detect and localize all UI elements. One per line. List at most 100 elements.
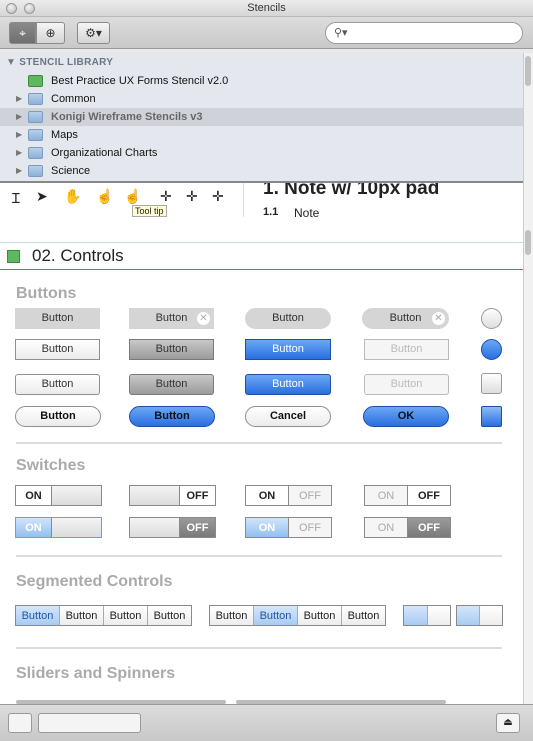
folder-icon xyxy=(28,165,43,177)
bottom-left-button[interactable] xyxy=(8,713,32,733)
note-text: Note xyxy=(294,206,320,220)
library-header: ▼ STENCIL LIBRARY xyxy=(6,57,114,68)
segment-button[interactable]: Button xyxy=(254,606,298,625)
divider xyxy=(16,555,502,557)
library-item-konigi[interactable]: ▶ Konigi Wireframe Stencils v3 xyxy=(0,108,523,126)
move-cursor-icon[interactable]: ✛ xyxy=(186,188,198,205)
crosshair-view-button[interactable]: ⌖ xyxy=(9,22,36,44)
search-input[interactable]: ⚲▾ xyxy=(325,22,523,44)
segment-button[interactable] xyxy=(457,606,480,625)
move-icon: ⊕ xyxy=(45,26,56,40)
folder-icon xyxy=(28,147,43,159)
group-title-sliders: Sliders and Spinners xyxy=(16,665,176,682)
move-view-button[interactable]: ⊕ xyxy=(36,22,65,44)
eject-button[interactable]: ⏏ xyxy=(496,713,520,733)
default-button[interactable]: Button xyxy=(245,339,331,360)
text-cursor-icon[interactable]: Ɪ xyxy=(12,189,20,208)
switch-off-labeled[interactable]: ON OFF xyxy=(364,485,451,506)
pointer-cursor-icon[interactable]: ☝ xyxy=(124,188,141,205)
disclosure-triangle-icon[interactable]: ▶ xyxy=(16,108,22,126)
bordered-button[interactable]: Button xyxy=(15,339,100,360)
disclosure-triangle-icon[interactable]: ▶ xyxy=(16,162,22,180)
content-scroll-thumb[interactable] xyxy=(525,230,531,255)
tooltip: Tool tip xyxy=(132,205,167,217)
flat-button-with-clear[interactable]: Button ✕ xyxy=(129,308,214,329)
segment-button[interactable]: Button xyxy=(342,606,385,625)
segment-button[interactable]: Button xyxy=(104,606,148,625)
switch-off[interactable]: OFF xyxy=(129,485,216,506)
library-item-maps[interactable]: ▶ Maps xyxy=(0,126,523,144)
square-button[interactable] xyxy=(481,373,502,394)
pressed-button[interactable]: Button xyxy=(129,339,214,360)
switch-on[interactable]: ON xyxy=(15,485,102,506)
stencil-library: ▼ STENCIL LIBRARY Best Practice UX Forms… xyxy=(0,53,523,183)
group-title-buttons: Buttons xyxy=(16,285,77,302)
gear-menu-button[interactable]: ⚙▾ xyxy=(77,22,110,44)
round-button-selected[interactable] xyxy=(481,339,502,360)
switch-off-gray[interactable]: OFF xyxy=(129,517,216,538)
flat-pill-button-with-clear[interactable]: Button ✕ xyxy=(362,308,449,329)
rounded-pressed-button[interactable]: Button xyxy=(129,374,214,395)
segment-button[interactable]: Button xyxy=(16,606,60,625)
segment-button[interactable] xyxy=(480,606,502,625)
cursor-icons-row: Ɪ ➤ ✋ ☝ ☝ ✛ ✛ ✛ Tool tip xyxy=(0,183,240,223)
disclosure-triangle-icon[interactable]: ▶ xyxy=(16,126,22,144)
segmented-control[interactable]: Button Button Button Button xyxy=(209,605,386,626)
switch-on-blue[interactable]: ON xyxy=(15,517,102,538)
segment-button[interactable]: Button xyxy=(210,606,254,625)
group-title-segmented: Segmented Controls xyxy=(16,573,173,590)
ok-button[interactable]: OK xyxy=(363,406,449,427)
segment-button[interactable]: Button xyxy=(148,606,191,625)
magnifier-icon: ⚲▾ xyxy=(334,27,348,39)
rounded-disabled-button: Button xyxy=(364,374,449,395)
rounded-default-button[interactable]: Button xyxy=(245,374,331,395)
divider xyxy=(243,183,244,217)
library-item-best-practice[interactable]: Best Practice UX Forms Stencil v2.0 xyxy=(0,72,523,90)
rounded-button[interactable]: Button xyxy=(15,374,100,395)
library-item-org-charts[interactable]: ▶ Organizational Charts xyxy=(0,144,523,162)
divider xyxy=(16,442,502,444)
section-title: 02. Controls xyxy=(32,246,124,265)
segment-button[interactable]: Button xyxy=(60,606,104,625)
bottom-field[interactable] xyxy=(38,713,141,733)
segment-button[interactable] xyxy=(404,606,428,625)
clear-icon[interactable]: ✕ xyxy=(197,312,210,325)
library-scroll-thumb[interactable] xyxy=(525,56,531,86)
bottom-bar: ⏏ xyxy=(0,704,533,741)
disclosure-triangle-icon[interactable]: ▶ xyxy=(16,90,22,108)
move-cursor-icon[interactable]: ✛ xyxy=(212,188,224,205)
segmented-control[interactable]: Button Button Button Button xyxy=(15,605,192,626)
segment-button[interactable] xyxy=(428,606,451,625)
minimize-window-button[interactable] xyxy=(24,3,35,14)
library-item-common[interactable]: ▶ Common xyxy=(0,90,523,108)
switch-off-gray-labeled[interactable]: ON OFF xyxy=(364,517,451,538)
stencil-icon xyxy=(7,250,20,263)
arrow-cursor-icon[interactable]: ➤ xyxy=(36,188,48,205)
move-cursor-icon[interactable]: ✛ xyxy=(160,188,172,205)
library-item-science[interactable]: ▶ Science xyxy=(0,162,523,180)
cancel-button[interactable]: Cancel xyxy=(245,406,331,427)
segmented-control-small[interactable] xyxy=(403,605,451,626)
pill-button[interactable]: Button xyxy=(15,406,101,427)
pointer-cursor-icon[interactable]: ☝ xyxy=(96,188,113,205)
switch-on-labeled[interactable]: ON OFF xyxy=(245,485,332,506)
content-scrollbar[interactable] xyxy=(523,183,533,704)
close-window-button[interactable] xyxy=(6,3,17,14)
switch-on-blue-labeled[interactable]: ON OFF xyxy=(245,517,332,538)
group-title-switches: Switches xyxy=(16,457,86,474)
note-heading: 1. Note w/ 10px pad xyxy=(263,183,440,199)
hand-cursor-icon[interactable]: ✋ xyxy=(64,188,81,205)
round-button[interactable] xyxy=(481,308,502,329)
square-button-selected[interactable] xyxy=(481,406,502,427)
folder-icon xyxy=(28,93,43,105)
title-bar: Stencils xyxy=(0,0,533,17)
folder-icon xyxy=(28,129,43,141)
segment-button[interactable]: Button xyxy=(298,606,342,625)
pill-default-button[interactable]: Button xyxy=(129,406,215,427)
segmented-control-small[interactable] xyxy=(456,605,503,626)
clear-icon[interactable]: ✕ xyxy=(432,312,445,325)
flat-pill-button[interactable]: Button xyxy=(245,308,331,329)
disabled-button: Button xyxy=(364,339,449,360)
flat-button[interactable]: Button xyxy=(15,308,100,329)
disclosure-triangle-icon[interactable]: ▶ xyxy=(16,144,22,162)
